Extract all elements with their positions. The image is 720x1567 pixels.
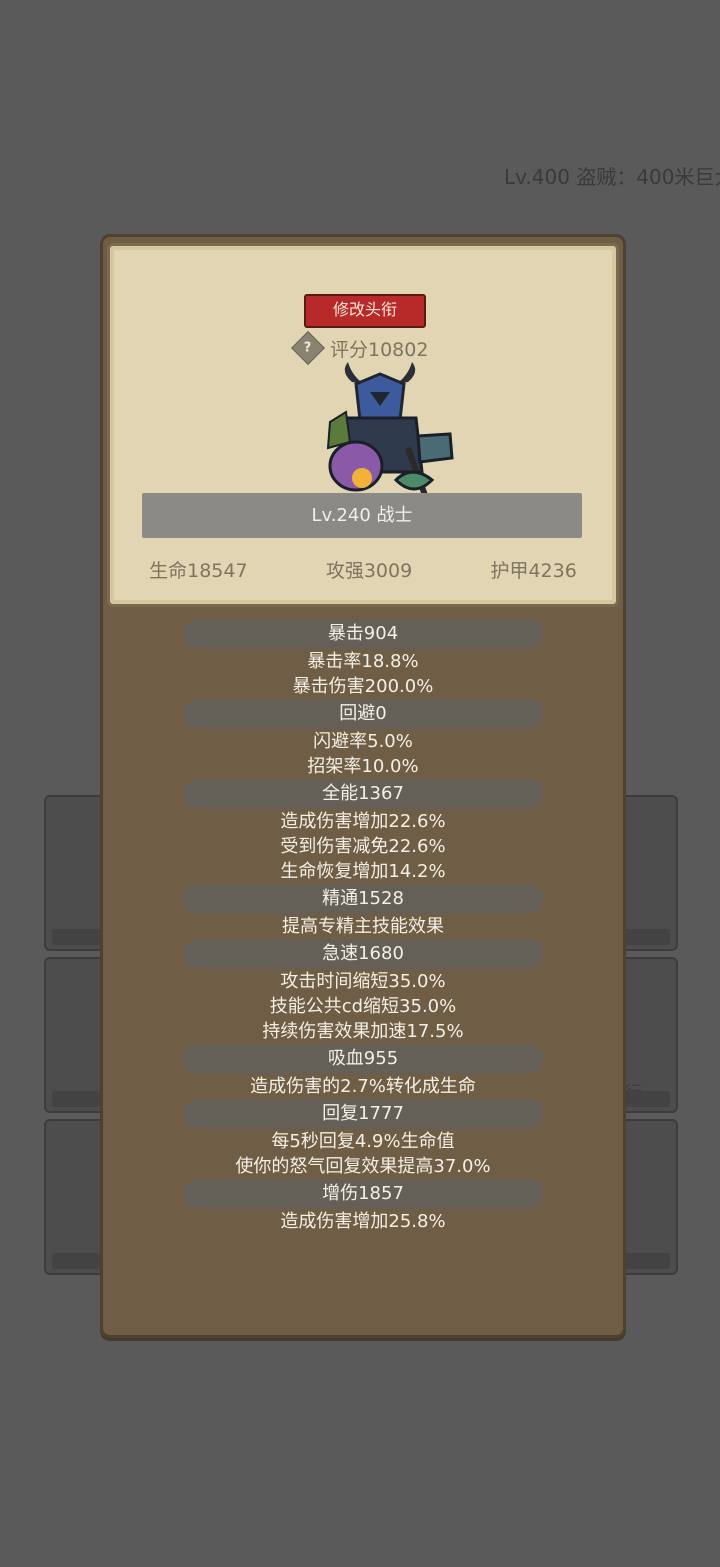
stat-detail: 招架率10.0% bbox=[307, 756, 419, 777]
hp-stat: 生命18547 bbox=[149, 560, 248, 582]
score-value: 评分10802 bbox=[330, 338, 429, 361]
stat-category-regen: 回复1777 每5秒回复4.9%生命值 使你的怒气回复效果提高37.0% bbox=[103, 1099, 623, 1179]
stat-detail: 受到伤害减免22.6% bbox=[280, 836, 446, 857]
stat-detail: 使你的怒气回复效果提高37.0% bbox=[235, 1156, 491, 1177]
stat-category-versatility: 全能1367 造成伤害增加22.6% 受到伤害减免22.6% 生命恢复增加14.… bbox=[103, 779, 623, 884]
stat-detail: 闪避率5.0% bbox=[313, 731, 413, 752]
help-icon[interactable]: ? bbox=[291, 331, 325, 365]
stat-category-damage-bonus: 增伤1857 造成伤害增加25.8% bbox=[103, 1179, 623, 1234]
stat-detail: 生命恢复增加14.2% bbox=[280, 861, 446, 882]
stat-category-title: 精通1528 bbox=[183, 884, 543, 914]
armor-stat: 护甲4236 bbox=[490, 560, 577, 582]
score-row: ? 评分10802 bbox=[291, 331, 429, 365]
stat-detail: 提高专精主技能效果 bbox=[282, 916, 444, 937]
slot-bar bbox=[624, 1253, 670, 1269]
stat-category-mastery: 精通1528 提高专精主技能效果 bbox=[103, 884, 623, 939]
slot-bar bbox=[52, 1091, 100, 1107]
top-banner-text: Lv.400 盗贼：400米巨大 bbox=[504, 165, 720, 189]
stat-category-title: 增伤1857 bbox=[183, 1179, 543, 1209]
stat-detail: 造成伤害增加25.8% bbox=[280, 1211, 446, 1232]
stat-detail: 持续伤害效果加速17.5% bbox=[262, 1021, 464, 1042]
attack-power-stat: 攻强3009 bbox=[325, 560, 413, 582]
background-slot-label: 行 bbox=[624, 1083, 642, 1104]
character-level-bar: Lv.240 战士 bbox=[142, 493, 582, 538]
background-slot bbox=[44, 1119, 108, 1275]
stat-category-title: 暴击904 bbox=[183, 619, 543, 649]
character-header-card: 修改头衔 ? 评分10802 Lv.240 战士 生命18547 攻强3009 … bbox=[107, 243, 619, 607]
stat-detail: 造成伤害增加22.6% bbox=[280, 811, 446, 832]
character-stats-panel: 修改头衔 ? 评分10802 Lv.240 战士 生命18547 攻强3009 … bbox=[100, 234, 626, 1338]
stat-category-haste: 急速1680 攻击时间缩短35.0% 技能公共cd缩短35.0% 持续伤害效果加… bbox=[103, 939, 623, 1044]
slot-bar bbox=[52, 1253, 100, 1269]
stat-category-title: 回避0 bbox=[183, 699, 543, 729]
core-stats-row: 生命18547 攻强3009 护甲4236 bbox=[110, 556, 616, 586]
stat-detail: 暴击伤害200.0% bbox=[292, 676, 434, 697]
stat-detail: 每5秒回复4.9%生命值 bbox=[271, 1131, 455, 1152]
stat-detail: 暴击率18.8% bbox=[307, 651, 419, 672]
stat-category-title: 急速1680 bbox=[183, 939, 543, 969]
stat-category-title: 全能1367 bbox=[183, 779, 543, 809]
stat-category-avoidance: 回避0 闪避率5.0% 招架率10.0% bbox=[103, 699, 623, 779]
slot-bar bbox=[52, 929, 100, 945]
stat-category-title: 回复1777 bbox=[183, 1099, 543, 1129]
secondary-stats-list: 暴击904 暴击率18.8% 暴击伤害200.0% 回避0 闪避率5.0% 招架… bbox=[103, 619, 623, 1234]
rename-title-button[interactable]: 修改头衔 bbox=[304, 294, 426, 328]
stat-category-leech: 吸血955 造成伤害的2.7%转化成生命 bbox=[103, 1044, 623, 1099]
stat-category-title: 吸血955 bbox=[183, 1044, 543, 1074]
background-slot bbox=[44, 957, 108, 1113]
background-slot bbox=[44, 795, 108, 951]
stat-detail: 造成伤害的2.7%转化成生命 bbox=[250, 1076, 476, 1097]
stat-detail: 技能公共cd缩短35.0% bbox=[269, 996, 457, 1017]
stat-detail: 攻击时间缩短35.0% bbox=[280, 971, 446, 992]
slot-bar bbox=[624, 929, 670, 945]
stat-category-crit: 暴击904 暴击率18.8% 暴击伤害200.0% bbox=[103, 619, 623, 699]
